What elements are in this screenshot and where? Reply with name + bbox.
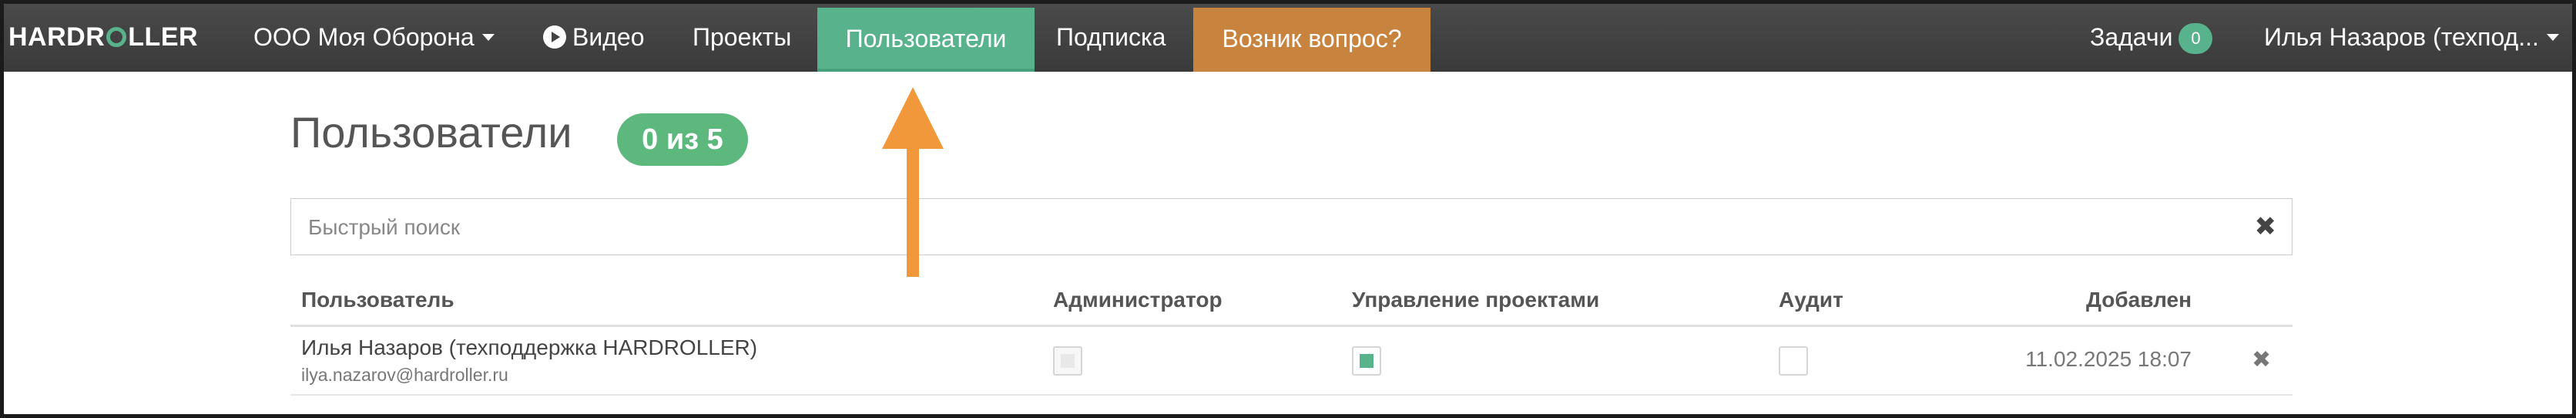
column-header-admin[interactable]: Администратор bbox=[1053, 288, 1223, 312]
nav-projects-label: Проекты bbox=[693, 23, 792, 51]
nav-users-label: Пользователи bbox=[845, 25, 1007, 52]
quick-search-input[interactable] bbox=[307, 199, 2220, 256]
user-email: ilya.nazarov@hardroller.ru bbox=[301, 365, 508, 385]
annotation-arrow-head bbox=[882, 87, 944, 149]
nav-subscription[interactable]: Подписка bbox=[1056, 4, 1166, 72]
user-name: Илья Назаров (техподдержка HARDROLLER) bbox=[301, 335, 758, 359]
nav-tasks-label: Задачи bbox=[2090, 23, 2173, 51]
users-count-badge: 0 из 5 bbox=[617, 113, 748, 166]
checkbox-checked-mark bbox=[1360, 354, 1374, 368]
column-header-project-management[interactable]: Управление проектами bbox=[1352, 288, 1599, 312]
org-dropdown[interactable]: ООО Моя Оборона bbox=[253, 4, 495, 72]
column-header-audit[interactable]: Аудит bbox=[1779, 288, 1843, 312]
app-window: HARDR LLER ООО Моя Оборона Видео Проекты … bbox=[0, 0, 2576, 418]
added-date: 11.02.2025 18:07 bbox=[2025, 347, 2192, 371]
column-header-added[interactable]: Добавлен bbox=[1930, 288, 2192, 312]
audit-checkbox[interactable] bbox=[1779, 346, 1808, 376]
help-question-label: Возник вопрос? bbox=[1222, 25, 1402, 52]
close-icon[interactable]: ✖ bbox=[2252, 346, 2271, 373]
user-menu[interactable]: Илья Назаров (техпод... bbox=[2264, 4, 2559, 72]
play-circle-icon bbox=[543, 25, 566, 49]
column-header-user[interactable]: Пользователь bbox=[301, 288, 454, 312]
brand-logo[interactable]: HARDR LLER bbox=[8, 4, 198, 72]
nav-users-active[interactable]: Пользователи bbox=[817, 8, 1035, 72]
brand-o-icon bbox=[106, 27, 127, 47]
top-navbar: HARDR LLER ООО Моя Оборона Видео Проекты … bbox=[4, 4, 2572, 72]
help-question-button[interactable]: Возник вопрос? bbox=[1193, 8, 1431, 72]
nav-tasks[interactable]: Задачи 0 bbox=[2090, 4, 2213, 72]
table-row-divider bbox=[290, 394, 2293, 396]
nav-video-label: Видео bbox=[572, 23, 645, 51]
admin-checkbox[interactable] bbox=[1053, 346, 1082, 376]
annotation-arrow-shaft bbox=[907, 146, 919, 277]
nav-projects[interactable]: Проекты bbox=[693, 4, 791, 72]
chevron-down-icon bbox=[481, 34, 495, 41]
table-header-divider bbox=[290, 325, 2293, 327]
nav-video[interactable]: Видео bbox=[543, 4, 644, 72]
admin-checkbox-disabled-mark bbox=[1061, 354, 1075, 368]
chevron-down-icon bbox=[2546, 34, 2559, 41]
page-title: Пользователи bbox=[290, 108, 572, 157]
org-dropdown-label: ООО Моя Оборона bbox=[253, 23, 475, 51]
user-menu-label: Илья Назаров (техпод... bbox=[2264, 23, 2539, 51]
tasks-count-badge: 0 bbox=[2179, 23, 2213, 54]
brand-text-suffix: LLER bbox=[128, 22, 199, 52]
quick-search-box: ✖ bbox=[290, 198, 2293, 256]
nav-subscription-label: Подписка bbox=[1056, 23, 1166, 51]
close-icon[interactable]: ✖ bbox=[2255, 211, 2277, 242]
project-management-checkbox[interactable] bbox=[1352, 346, 1381, 376]
brand-text-prefix: HARDR bbox=[8, 22, 106, 52]
